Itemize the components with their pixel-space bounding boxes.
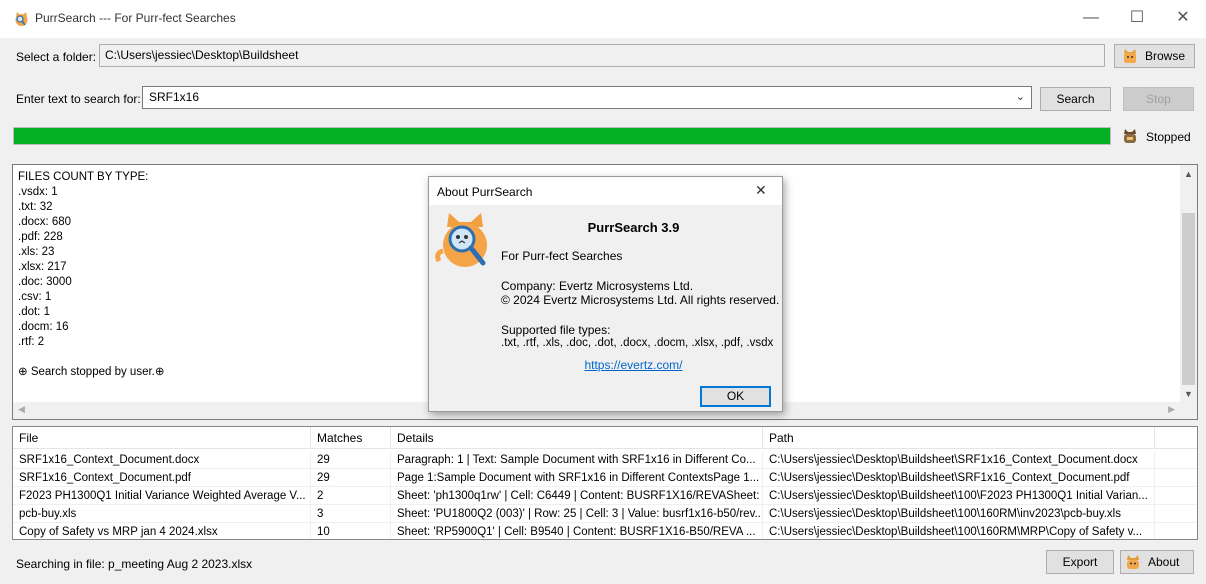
column-header-matches[interactable]: Matches bbox=[311, 427, 391, 449]
table-header: File Matches Details Path bbox=[13, 427, 1197, 449]
cell-details: Sheet: 'PU1800Q2 (003)' | Row: 25 | Cell… bbox=[391, 505, 763, 523]
cell-matches: 2 bbox=[311, 487, 391, 505]
copyright: © 2024 Evertz Microsystems Ltd. All righ… bbox=[501, 293, 780, 307]
table-row[interactable]: F2023 PH1300Q1 Initial Variance Weighted… bbox=[13, 487, 1197, 505]
cell-path: C:\Users\jessiec\Desktop\Buildsheet\100\… bbox=[763, 487, 1155, 505]
cat-folder-icon bbox=[1124, 49, 1136, 63]
search-button[interactable]: Search bbox=[1040, 87, 1111, 111]
tagline: For Purr-fect Searches bbox=[501, 249, 623, 263]
about-button[interactable]: About bbox=[1120, 550, 1194, 574]
cell-matches: 3 bbox=[311, 505, 391, 523]
ok-button[interactable]: OK bbox=[700, 386, 771, 407]
cell-path: C:\Users\jessiec\Desktop\Buildsheet\100\… bbox=[763, 523, 1155, 539]
search-label: Enter text to search for: bbox=[16, 92, 141, 106]
scroll-left-icon[interactable]: ◀ bbox=[18, 404, 25, 415]
product-name: PurrSearch 3.9 bbox=[587, 220, 680, 235]
table-row[interactable]: Copy of Safety vs MRP jan 4 2024.xlsx 10… bbox=[13, 523, 1197, 539]
table-row[interactable]: SRF1x16_Context_Document.pdf 29 Page 1:S… bbox=[13, 469, 1197, 487]
scroll-thumb[interactable] bbox=[1182, 213, 1195, 385]
cell-details: Paragraph: 1 | Text: Sample Document wit… bbox=[391, 451, 763, 469]
minimize-button[interactable]: — bbox=[1068, 0, 1114, 38]
progress-bar bbox=[13, 127, 1111, 145]
cell-path: C:\Users\jessiec\Desktop\Buildsheet\100\… bbox=[763, 505, 1155, 523]
cell-details: Sheet: 'ph1300q1rw' | Cell: C6449 | Cont… bbox=[391, 487, 763, 505]
results-table[interactable]: File Matches Details Path SRF1x16_Contex… bbox=[12, 426, 1198, 540]
scroll-right-icon[interactable]: ▶ bbox=[1168, 404, 1175, 415]
scroll-down-icon[interactable]: ▼ bbox=[1184, 389, 1193, 399]
scroll-up-icon[interactable]: ▲ bbox=[1184, 169, 1193, 179]
stop-button[interactable]: Stop bbox=[1123, 87, 1194, 111]
table-row[interactable]: SRF1x16_Context_Document.docx 29 Paragra… bbox=[13, 451, 1197, 469]
cell-matches: 10 bbox=[311, 523, 391, 539]
cell-details: Page 1:Sample Document with SRF1x16 in D… bbox=[391, 469, 763, 487]
search-input[interactable]: SRF1x16 bbox=[149, 90, 199, 104]
cell-file: SRF1x16_Context_Document.pdf bbox=[13, 469, 311, 487]
chevron-down-icon[interactable]: ⌄ bbox=[1016, 90, 1025, 103]
table-row[interactable]: pcb-buy.xls 3 Sheet: 'PU1800Q2 (003)' | … bbox=[13, 505, 1197, 523]
cell-matches: 29 bbox=[311, 469, 391, 487]
browse-button[interactable]: Browse bbox=[1114, 44, 1195, 68]
dialog-title: About PurrSearch bbox=[437, 185, 533, 199]
title-bar: PurrSearch --- For Purr-fect Searches — … bbox=[0, 0, 1206, 38]
dialog-close-button[interactable]: ✕ bbox=[755, 182, 767, 199]
export-button[interactable]: Export bbox=[1046, 550, 1114, 574]
cell-path: C:\Users\jessiec\Desktop\Buildsheet\SRF1… bbox=[763, 469, 1155, 487]
cell-file: pcb-buy.xls bbox=[13, 505, 311, 523]
company-name: Company: Evertz Microsystems Ltd. bbox=[501, 279, 694, 293]
maximize-button[interactable]: ☐ bbox=[1114, 0, 1160, 38]
about-dialog: About PurrSearch ✕ PurrSearch 3.9 For Pu… bbox=[428, 176, 783, 412]
folder-label: Select a folder: bbox=[16, 50, 97, 64]
column-header-details[interactable]: Details bbox=[391, 427, 763, 449]
column-header-path[interactable]: Path bbox=[763, 427, 1155, 449]
cell-file: SRF1x16_Context_Document.docx bbox=[13, 451, 311, 469]
dialog-title-bar: About PurrSearch ✕ bbox=[429, 177, 782, 205]
cell-matches: 29 bbox=[311, 451, 391, 469]
column-header-file[interactable]: File bbox=[13, 427, 311, 449]
cell-file: Copy of Safety vs MRP jan 4 2024.xlsx bbox=[13, 523, 311, 539]
close-button[interactable]: ✕ bbox=[1160, 0, 1206, 38]
cat-magnifier-icon bbox=[15, 12, 28, 26]
vertical-scrollbar[interactable]: ▲ ▼ bbox=[1180, 165, 1197, 419]
about-label: About bbox=[1148, 555, 1180, 569]
cell-path: C:\Users\jessiec\Desktop\Buildsheet\SRF1… bbox=[763, 451, 1155, 469]
cat-about-icon bbox=[1127, 555, 1139, 569]
folder-path-field[interactable]: C:\Users\jessiec\Desktop\Buildsheet bbox=[99, 44, 1105, 67]
status-text: Searching in file: p_meeting Aug 2 2023.… bbox=[16, 557, 253, 571]
progress-fill bbox=[14, 128, 1110, 144]
results-text: FILES COUNT BY TYPE: .vsdx: 1 .txt: 32 .… bbox=[18, 171, 165, 378]
supported-label: Supported file types: bbox=[501, 323, 611, 337]
browse-label: Browse bbox=[1145, 49, 1186, 63]
cell-file: F2023 PH1300Q1 Initial Variance Weighted… bbox=[13, 487, 311, 505]
supported-types: .txt, .rtf, .xls, .doc, .dot, .docx, .do… bbox=[501, 337, 774, 349]
status-label: Stopped bbox=[1146, 130, 1191, 144]
cat-status-icon bbox=[1124, 129, 1136, 143]
website-link[interactable]: https://evertz.com/ bbox=[429, 358, 782, 372]
cell-details: Sheet: 'RP5900Q1' | Cell: B9540 | Conten… bbox=[391, 523, 763, 539]
window-title: PurrSearch --- For Purr-fect Searches bbox=[35, 11, 236, 25]
search-combobox[interactable]: SRF1x16 ⌄ bbox=[142, 86, 1032, 109]
